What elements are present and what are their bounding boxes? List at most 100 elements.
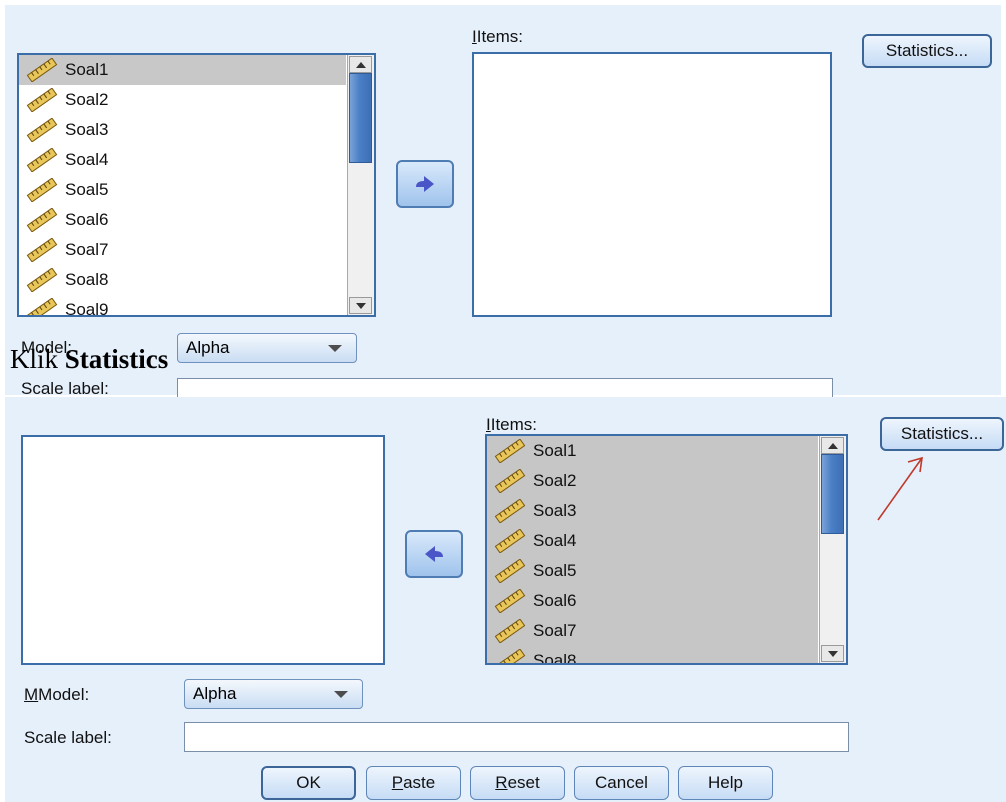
list-item[interactable]: Soal4	[487, 526, 818, 556]
scale-variable-icon	[26, 88, 58, 112]
list-item-label: Soal8	[533, 651, 577, 663]
list-item[interactable]: Soal5	[19, 175, 346, 205]
variable-list-items: Soal1 Soal2 Soal3 Soal4 Soal5 Soal6 Soal7 Soal8…	[19, 55, 346, 315]
scroll-thumb[interactable]	[821, 454, 844, 534]
list-item-label: Soal7	[65, 240, 109, 259]
list-item-label: Soal6	[65, 210, 109, 229]
list-item-label: Soal2	[533, 471, 577, 490]
list-item-label: Soal6	[533, 591, 577, 610]
scale-variable-icon	[494, 619, 526, 643]
cancel-button[interactable]: Cancel	[574, 766, 669, 800]
caption-prefix: Klik	[10, 344, 65, 374]
paste-button-text: aste	[403, 773, 436, 792]
list-item-label: Soal9	[65, 300, 109, 315]
scale-variable-icon	[494, 469, 526, 493]
bottom-model-label: MModel:	[24, 685, 90, 704]
scale-variable-icon	[26, 58, 58, 82]
scale-variable-icon	[26, 298, 58, 315]
items-label: IItems:	[472, 27, 524, 46]
list-item-label: Soal4	[533, 531, 577, 550]
scroll-up-button[interactable]	[821, 437, 844, 454]
scroll-up-icon	[355, 61, 366, 68]
scroll-up-button[interactable]	[349, 56, 372, 73]
list-item[interactable]: Soal3	[19, 115, 346, 145]
scroll-down-button[interactable]	[349, 297, 372, 314]
list-item[interactable]: Soal7	[487, 616, 818, 646]
arrow-left-icon	[425, 546, 443, 562]
scroll-down-icon	[827, 650, 838, 657]
chevron-down-icon	[328, 345, 342, 352]
statistics-button-label: Statistics...	[885, 41, 969, 60]
reset-button-text: eset	[507, 773, 540, 792]
list-item[interactable]: Soal6	[19, 205, 346, 235]
cancel-button-label: Cancel	[595, 773, 648, 792]
list-item[interactable]: Soal1	[19, 55, 346, 85]
scale-variable-icon	[26, 118, 58, 142]
list-item[interactable]: Soal3	[487, 496, 818, 526]
ok-button[interactable]: OK	[261, 766, 356, 800]
list-item[interactable]: Soal6	[487, 586, 818, 616]
model-select[interactable]: Alpha	[177, 333, 357, 363]
reset-button-label: Reset	[495, 773, 540, 792]
scale-variable-icon	[494, 589, 526, 613]
annotation-arrow	[877, 456, 923, 521]
scale-variable-icon	[26, 208, 58, 232]
scale-variable-icon	[494, 559, 526, 583]
bottom-statistics-button-label: Statistics...	[900, 424, 984, 443]
scale-variable-icon	[494, 649, 526, 663]
list-item[interactable]: Soal5	[487, 556, 818, 586]
bottom-statistics-button[interactable]: Statistics...	[880, 417, 1004, 451]
scale-variable-icon	[494, 529, 526, 553]
bottom-items-label: IItems:	[486, 415, 538, 434]
scale-variable-icon	[26, 148, 58, 172]
list-item[interactable]: Soal2	[19, 85, 346, 115]
statistics-button[interactable]: Statistics...	[862, 34, 992, 68]
list-item[interactable]: Soal4	[19, 145, 346, 175]
list-item-label: Soal2	[65, 90, 109, 109]
list-item[interactable]: Soal1	[487, 436, 818, 466]
reset-button[interactable]: Reset	[470, 766, 565, 800]
scale-variable-icon	[494, 439, 526, 463]
move-to-items-button[interactable]	[396, 160, 454, 208]
list-item-label: Soal8	[65, 270, 109, 289]
top-items-list[interactable]	[472, 52, 832, 317]
bottom-model-select-value: Alpha	[193, 684, 237, 703]
list-item-label: Soal7	[533, 621, 577, 640]
list-item-label: Soal5	[65, 180, 109, 199]
help-button-label: Help	[708, 773, 743, 792]
items-list-entries: Soal1 Soal2 Soal3 Soal4 Soal5 Soal6 Soal7 Soal8…	[487, 436, 818, 663]
move-to-variables-button[interactable]	[405, 530, 463, 578]
bottom-variable-list[interactable]	[21, 435, 385, 665]
scale-variable-icon	[26, 268, 58, 292]
bottom-items-scrollbar[interactable]	[819, 436, 846, 663]
top-variable-list[interactable]: Soal1 Soal2 Soal3 Soal4 Soal5 Soal6 Soal7 Soal8…	[17, 53, 376, 317]
bottom-scale-label-input[interactable]	[184, 722, 849, 752]
list-item-label: Soal1	[65, 60, 109, 79]
list-item-label: Soal3	[533, 501, 577, 520]
scale-variable-icon	[26, 178, 58, 202]
list-item-label: Soal3	[65, 120, 109, 139]
list-item-label: Soal4	[65, 150, 109, 169]
bottom-model-select[interactable]: Alpha	[184, 679, 363, 709]
scale-variable-icon	[26, 238, 58, 262]
scroll-down-button[interactable]	[821, 645, 844, 662]
list-item[interactable]: Soal7	[19, 235, 346, 265]
help-button[interactable]: Help	[678, 766, 773, 800]
caption-bold: Statistics	[64, 344, 169, 374]
list-item[interactable]: Soal9	[19, 295, 346, 315]
list-item[interactable]: Soal2	[487, 466, 818, 496]
list-item[interactable]: Soal8	[19, 265, 346, 295]
items-label-text: Items:	[476, 27, 524, 46]
scale-label: Scale label:	[21, 379, 109, 398]
bottom-scale-label: Scale label:	[24, 728, 112, 747]
model-select-value: Alpha	[186, 338, 230, 357]
ok-button-label: OK	[296, 773, 321, 792]
bottom-items-label-text: Items:	[490, 415, 538, 434]
list-item-label: Soal5	[533, 561, 577, 580]
list-item-label: Soal1	[533, 441, 577, 460]
bottom-items-list[interactable]: Soal1 Soal2 Soal3 Soal4 Soal5 Soal6 Soal7 Soal8…	[485, 434, 848, 665]
top-variable-scrollbar[interactable]	[347, 55, 374, 315]
list-item[interactable]: Soal8	[487, 646, 818, 663]
paste-button[interactable]: Paste	[366, 766, 461, 800]
scroll-thumb[interactable]	[349, 73, 372, 163]
